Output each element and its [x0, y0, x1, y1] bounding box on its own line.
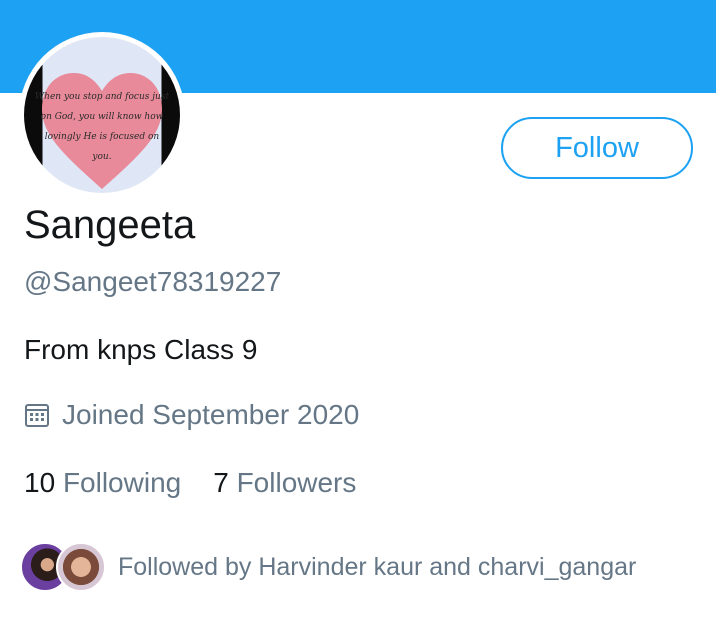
follow-button[interactable]: Follow	[501, 117, 693, 179]
joined-date: Joined September 2020	[24, 399, 359, 431]
avatar-quote-line-1: When you stop and focus just	[35, 92, 170, 102]
profile-name: Sangeeta	[24, 203, 196, 247]
followers-label: Followers	[236, 467, 357, 498]
follower-avatar	[56, 542, 106, 592]
avatar-quote-line-2: on God, you will know how	[41, 112, 164, 122]
avatar-image: When you stop and focus just on God, you…	[24, 37, 180, 193]
calendar-icon	[24, 402, 50, 428]
heart-shape	[42, 73, 162, 189]
avatar-quote-line-4: you.	[91, 152, 111, 162]
followed-by[interactable]: Followed by Harvinder kaur and charvi_ga…	[20, 542, 636, 592]
profile-avatar[interactable]: When you stop and focus just on God, you…	[19, 32, 185, 198]
profile-handle: @Sangeet78319227	[24, 266, 282, 297]
profile-bio: From knps Class 9	[24, 334, 258, 365]
profile-stats: 10 Following 7 Followers	[24, 467, 388, 499]
following-label: Following	[62, 467, 182, 498]
following-link[interactable]: 10 Following	[24, 467, 181, 499]
followed-by-text: Followed by Harvinder kaur and charvi_ga…	[118, 552, 637, 581]
followers-count: 7	[213, 467, 229, 498]
followers-link[interactable]: 7 Followers	[213, 467, 356, 499]
joined-text: Joined September 2020	[62, 399, 360, 430]
following-count: 10	[24, 467, 56, 498]
avatar-quote-line-3: lovingly He is focused on	[45, 132, 160, 142]
